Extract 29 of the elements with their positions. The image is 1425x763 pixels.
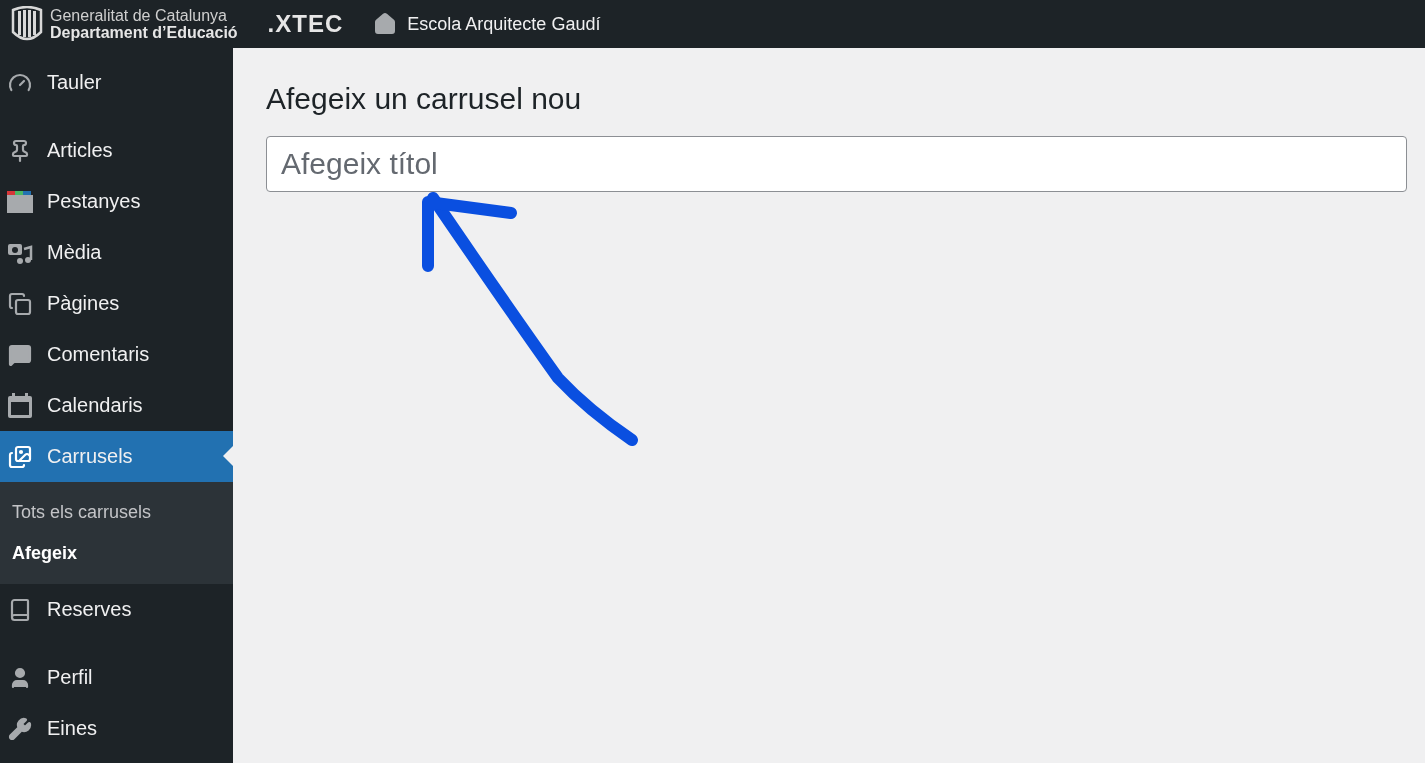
logo-line: Departament d’Educació	[50, 24, 238, 41]
sidebar-item[interactable]: Pàgines	[0, 278, 233, 329]
submenu-item[interactable]: Afegeix	[0, 533, 233, 574]
images-icon	[8, 444, 32, 469]
pages-icon	[8, 291, 32, 316]
sidebar-item[interactable]: Carrusels	[0, 431, 233, 482]
calendar-icon	[7, 392, 33, 419]
home-icon	[373, 12, 398, 36]
current-caret-icon	[223, 446, 233, 466]
logo-icon	[10, 6, 44, 42]
sidebar-item[interactable]: Perfil	[0, 652, 233, 703]
sidebar-item[interactable]: Reserves	[0, 584, 233, 635]
sidebar-item[interactable]: Pestanyes	[0, 176, 233, 227]
sidebar-item[interactable]: Calendaris	[0, 380, 233, 431]
sidebar-item[interactable]: Articles	[0, 125, 233, 176]
wrench-icon	[8, 716, 32, 741]
comment-icon	[8, 342, 32, 367]
brand-logo: .XTEC	[267, 10, 344, 38]
sidebar-item[interactable]: Tauler	[0, 57, 233, 108]
page-heading: Afegeix un carrusel nou	[266, 82, 583, 116]
site-name-link[interactable]: Escola Arquitecte Gaudí	[373, 12, 601, 36]
book-icon	[8, 597, 32, 622]
title-input-field[interactable]: Afegeix títol	[266, 136, 1407, 192]
folder-tabs-icon	[7, 190, 33, 213]
sidebar-item[interactable]: Eines	[0, 703, 233, 754]
logo-line: Generalitat de Catalunya	[50, 7, 228, 24]
sidebar-item[interactable]: Comentaris	[0, 329, 233, 380]
submenu-item[interactable]: Tots els carrusels	[0, 492, 233, 533]
sidebar-item[interactable]: Mèdia	[0, 227, 233, 278]
